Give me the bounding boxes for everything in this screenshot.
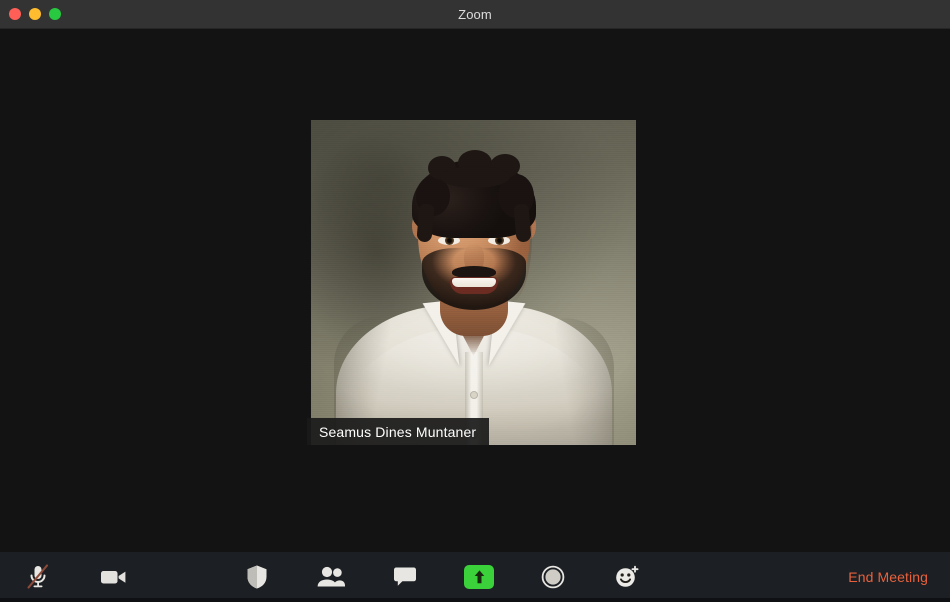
chat-button[interactable] (383, 557, 427, 597)
shirt-button (471, 392, 477, 398)
zoom-window: Zoom (0, 0, 950, 602)
record-button[interactable] (531, 557, 575, 597)
share-screen-icon (473, 569, 486, 585)
hair-curl (440, 166, 510, 188)
meeting-stage: Seamus Dines Muntaner (0, 29, 950, 552)
reactions-icon (614, 565, 640, 589)
participants-button[interactable] (309, 557, 353, 597)
participants-icon (316, 566, 346, 588)
mute-button[interactable] (16, 557, 60, 597)
maximize-window-button[interactable] (49, 8, 61, 20)
participant-video-tile[interactable] (311, 120, 636, 445)
share-screen-button[interactable] (457, 557, 501, 597)
minimize-window-button[interactable] (29, 8, 41, 20)
security-button[interactable] (235, 557, 279, 597)
toolbar-bottom-strip (0, 598, 950, 602)
participant-name-badge: Seamus Dines Muntaner (307, 418, 489, 445)
video-camera-icon (100, 567, 128, 587)
record-icon (541, 565, 565, 589)
close-window-button[interactable] (9, 8, 21, 20)
sideburn-left (416, 203, 434, 242)
reactions-button[interactable] (605, 557, 649, 597)
shield-icon (245, 564, 269, 590)
mouth (450, 277, 498, 294)
toolbar-right-group: End Meeting (848, 569, 934, 585)
toolbar-left-group (16, 557, 136, 597)
toolbar-center-group (235, 557, 649, 597)
teeth (452, 278, 496, 287)
window-title: Zoom (0, 7, 950, 22)
sideburn-right (513, 203, 531, 242)
participant-person (311, 120, 636, 445)
meeting-toolbar: End Meeting (0, 552, 950, 602)
titlebar: Zoom (0, 0, 950, 29)
chat-bubble-icon (393, 566, 417, 588)
participant-video-feed (311, 120, 636, 445)
shirt-shadow-right (556, 318, 614, 445)
start-video-button[interactable] (92, 557, 136, 597)
participant-name-label: Seamus Dines Muntaner (319, 424, 476, 440)
microphone-muted-icon (25, 563, 51, 591)
end-meeting-button[interactable]: End Meeting (848, 569, 928, 585)
traffic-lights (0, 8, 61, 20)
share-screen-chip (464, 565, 494, 589)
